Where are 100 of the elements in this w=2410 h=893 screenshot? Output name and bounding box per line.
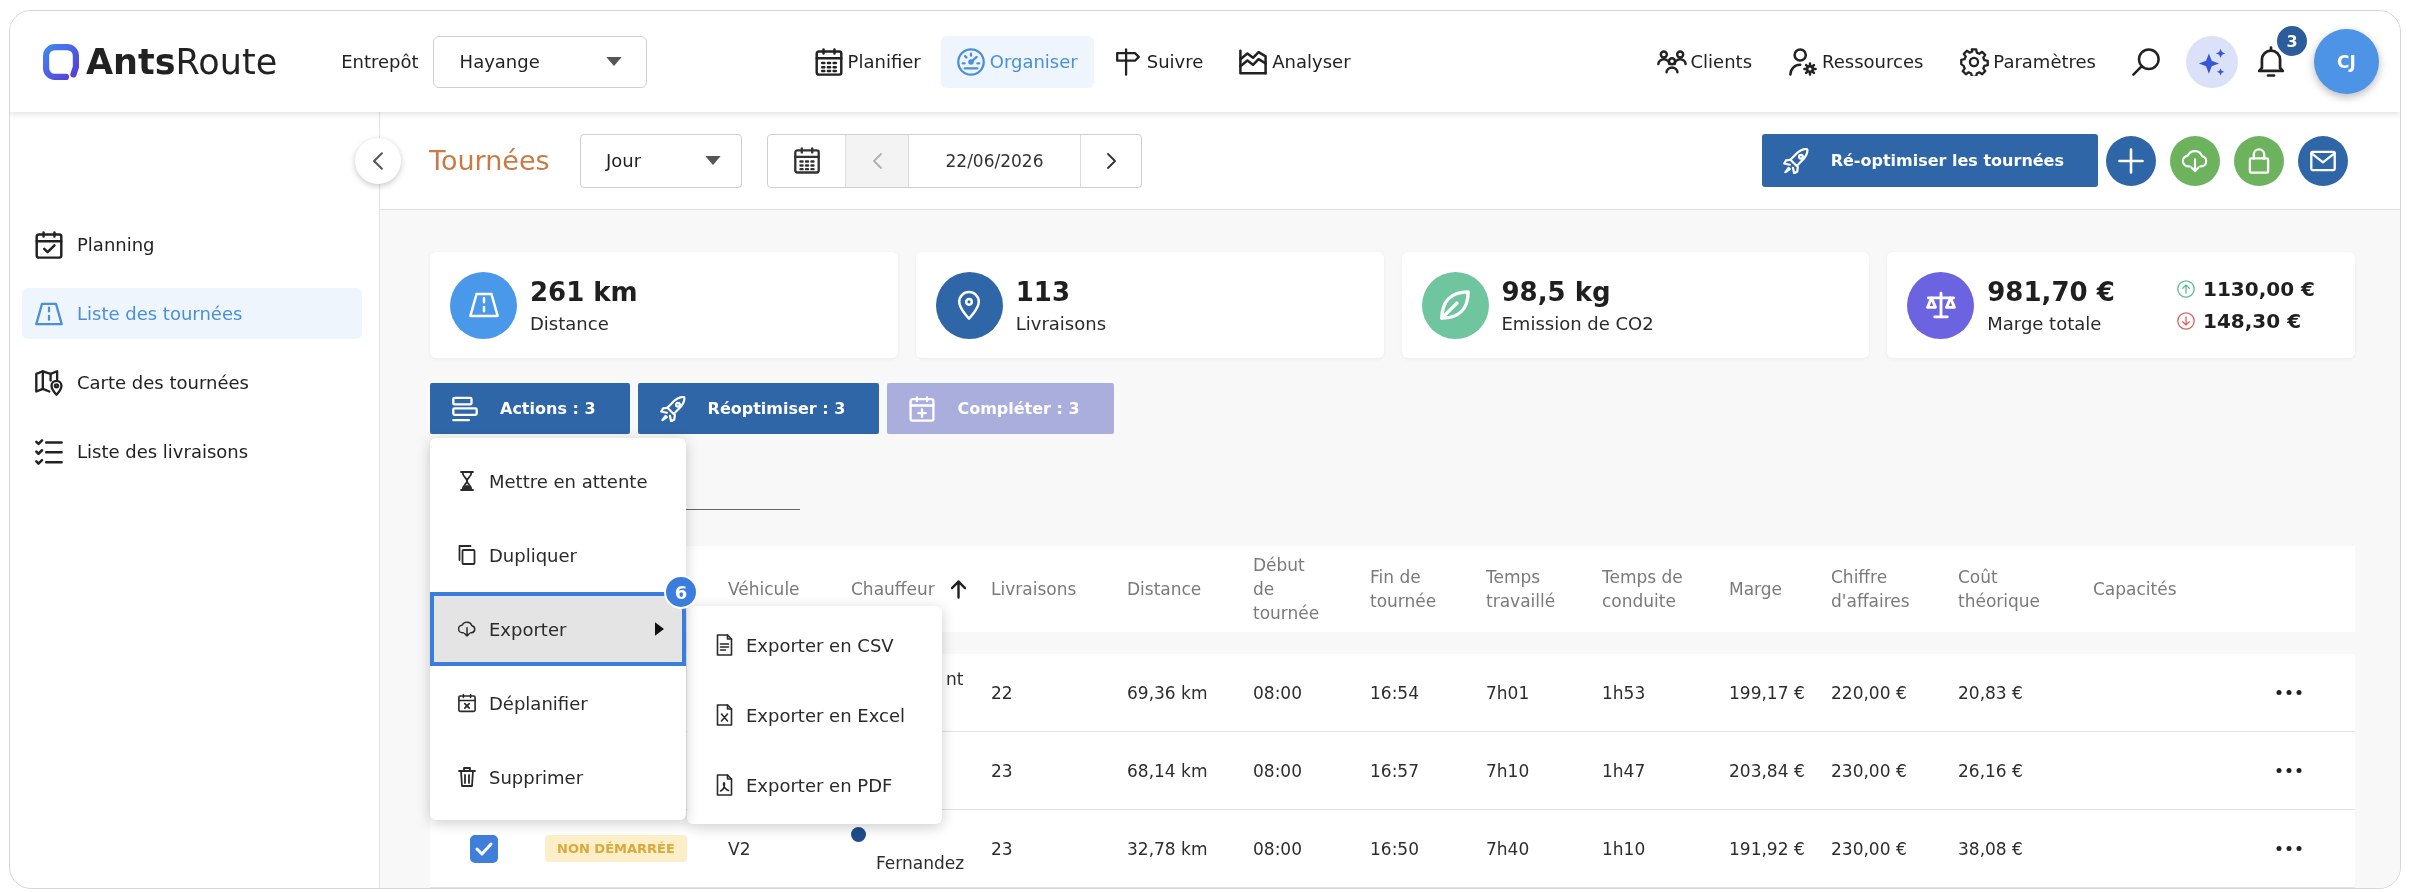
bell-icon[interactable] <box>2258 46 2284 77</box>
stat-label: Livraisons <box>1015 312 1107 334</box>
menu-item[interactable]: Exporter en CSV <box>687 610 942 680</box>
optimize-button[interactable]: Ré-optimiser les tournées <box>1761 134 2098 187</box>
table-cell: 1h53 <box>1602 682 1646 703</box>
menu-item[interactable]: Exporter en Excel <box>687 680 942 750</box>
more-icon[interactable] <box>2276 768 2302 773</box>
table-cell-text: Fernandez <box>875 852 965 873</box>
file-lines-icon <box>716 634 733 656</box>
menu-item[interactable]: Exporter en PDF <box>687 750 942 820</box>
checkbox[interactable] <box>470 834 498 863</box>
mail-button[interactable] <box>2298 135 2348 186</box>
assistant-button[interactable] <box>2186 35 2238 88</box>
arrow-up-circle-icon <box>2177 280 2195 298</box>
nav-tab[interactable]: Suivre <box>1097 35 1220 88</box>
file-symbol-icon <box>716 774 733 796</box>
nav-link[interactable]: Clients <box>1656 47 1753 76</box>
column-header[interactable]: Véhicule <box>728 576 800 602</box>
table-cell: 26,16 € <box>1958 760 2023 781</box>
table-cell: 68,14 km <box>1127 760 1208 781</box>
warehouse-dropdown[interactable]: Hayange <box>432 35 647 88</box>
plus-icon <box>2118 147 2144 174</box>
menu-item[interactable]: Supprimer <box>430 740 686 814</box>
lock-button[interactable] <box>2234 135 2284 186</box>
table-cell: 7h40 <box>1486 838 1530 859</box>
status-badge: NON DÉMARRÉE <box>545 835 687 862</box>
lock-icon <box>2246 147 2272 174</box>
chevron-left-icon <box>373 152 383 170</box>
list-icon <box>452 395 478 422</box>
notification-badge: 3 <box>2275 24 2309 58</box>
people-icon <box>1656 47 1687 76</box>
date-field[interactable]: 22/06/2026 <box>908 134 1080 187</box>
stat-label: Marge totale <box>1987 312 2103 334</box>
table-cell: 16:54 <box>1370 682 1419 703</box>
period-dropdown[interactable]: Jour <box>580 133 742 188</box>
download-button[interactable] <box>2170 135 2220 186</box>
sidebar-item[interactable]: Liste des livraisons <box>22 426 362 477</box>
column-header[interactable]: Livraisons <box>991 576 1077 602</box>
calendar-icon <box>793 147 820 174</box>
cloud-download-icon <box>458 619 476 639</box>
calendar-plus-icon <box>909 395 936 422</box>
table-cell: 230,00 € <box>1831 760 1907 781</box>
nav-link[interactable]: Paramètres <box>1959 47 2096 76</box>
signpost-icon <box>1113 47 1142 76</box>
table-cell: 220,00 € <box>1831 682 1907 703</box>
stat-label: Emission de CO2 <box>1501 312 1654 334</box>
nav-tab[interactable]: Planifier <box>798 35 937 88</box>
calendar-icon <box>814 47 843 76</box>
add-button[interactable] <box>2106 135 2156 186</box>
cloud-download-icon <box>2182 147 2208 174</box>
table-cell: 16:57 <box>1370 760 1419 781</box>
collapse-button[interactable] <box>355 138 401 184</box>
table-cell: 08:00 <box>1253 682 1302 703</box>
trash-icon <box>458 767 476 787</box>
menu-item[interactable]: Déplanifier <box>430 666 686 740</box>
table-cell: 20,83 € <box>1958 682 2023 703</box>
column-header[interactable]: Distance <box>1127 576 1202 602</box>
table-cell: 1h10 <box>1602 838 1646 859</box>
table-cell: 230,00 € <box>1831 838 1907 859</box>
rocket-icon <box>1782 147 1809 174</box>
copy-icon <box>458 545 476 565</box>
table-cell: 08:00 <box>1253 838 1302 859</box>
column-header[interactable]: Fin de tournée <box>1370 564 1470 614</box>
column-header[interactable]: Temps travaillé <box>1486 564 1586 614</box>
actions-button[interactable]: Actions : 3 <box>430 383 630 434</box>
sidebar-item[interactable]: Carte des tournées <box>22 357 362 408</box>
nav-tab[interactable]: Analyser <box>1223 35 1367 88</box>
more-icon[interactable] <box>2276 690 2302 695</box>
loss-value: 148,30 € <box>2203 309 2302 333</box>
column-header[interactable]: Début de tournée <box>1253 552 1325 626</box>
table-cell: V2 <box>728 838 751 859</box>
caret-icon <box>605 57 622 66</box>
menu-item[interactable]: Mettre en attente <box>430 444 686 518</box>
column-header[interactable]: Chiffre d'affaires <box>1831 564 1941 614</box>
calendar-check-icon <box>35 230 63 259</box>
nav-link[interactable]: Ressources <box>1788 47 1924 76</box>
table-cell: 23 <box>991 838 1013 859</box>
table-cell: 203,84 € <box>1729 760 1805 781</box>
table-cell: 191,92 € <box>1729 838 1805 859</box>
table-cell: 199,17 € <box>1729 682 1805 703</box>
table-cell: 16:50 <box>1370 838 1419 859</box>
column-header[interactable]: Temps de conduite <box>1602 564 1712 614</box>
table-cell: 38,08 € <box>1958 838 2023 859</box>
page-title: Tournées <box>429 145 551 176</box>
reoptimize-button[interactable]: Réoptimiser : 3 <box>637 383 880 434</box>
table-cell: 69,36 km <box>1127 682 1208 703</box>
column-header[interactable]: Capacités <box>2093 576 2177 602</box>
table-cell: nt <box>946 668 964 689</box>
rocket-icon <box>659 395 686 422</box>
column-header[interactable]: Chauffeur <box>851 576 935 602</box>
table-cell: 1h47 <box>1602 760 1646 781</box>
search-icon[interactable] <box>2132 47 2160 76</box>
column-header[interactable]: Coût théorique <box>1958 564 2068 614</box>
column-header[interactable]: Marge <box>1729 576 1783 602</box>
calendar-x-icon <box>458 693 476 713</box>
hourglass-icon <box>458 471 476 491</box>
logo-icon <box>43 43 79 80</box>
more-icon[interactable] <box>2276 846 2302 851</box>
sidebar-item[interactable]: Planning <box>22 219 362 270</box>
stat-value: 98,5 kg <box>1501 276 1612 309</box>
